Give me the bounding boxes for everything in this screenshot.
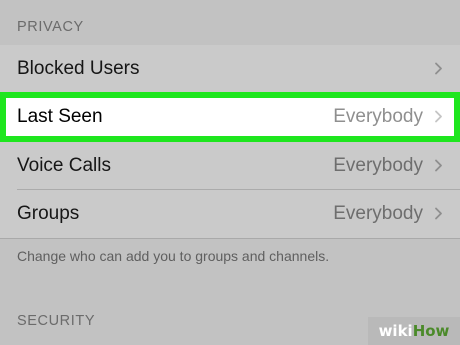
privacy-section-header: PRIVACY bbox=[17, 19, 84, 35]
watermark-part2: How bbox=[412, 322, 450, 340]
voice-calls-value: Everybody bbox=[333, 155, 423, 176]
groups-value: Everybody bbox=[333, 203, 423, 224]
last-seen-row[interactable]: Last Seen Everybody bbox=[0, 92, 460, 142]
blocked-users-row[interactable]: Blocked Users bbox=[0, 45, 460, 93]
last-seen-value: Everybody bbox=[333, 106, 423, 127]
last-seen-label: Last Seen bbox=[17, 106, 103, 127]
groups-footer-note: Change who can add you to groups and cha… bbox=[17, 248, 330, 264]
security-section-header: SECURITY bbox=[17, 313, 96, 329]
wikihow-watermark: wiki How bbox=[368, 317, 460, 345]
groups-label: Groups bbox=[17, 203, 80, 224]
voice-calls-label: Voice Calls bbox=[17, 155, 111, 176]
list-bottom-divider bbox=[0, 238, 460, 239]
chevron-right-icon bbox=[432, 159, 445, 172]
watermark-part1: wiki bbox=[378, 322, 413, 340]
groups-row[interactable]: Groups Everybody bbox=[0, 190, 460, 238]
chevron-right-icon bbox=[432, 62, 445, 75]
chevron-right-icon bbox=[432, 207, 445, 220]
voice-calls-row[interactable]: Voice Calls Everybody bbox=[0, 142, 460, 190]
chevron-right-icon bbox=[432, 110, 445, 123]
blocked-users-label: Blocked Users bbox=[17, 58, 140, 79]
